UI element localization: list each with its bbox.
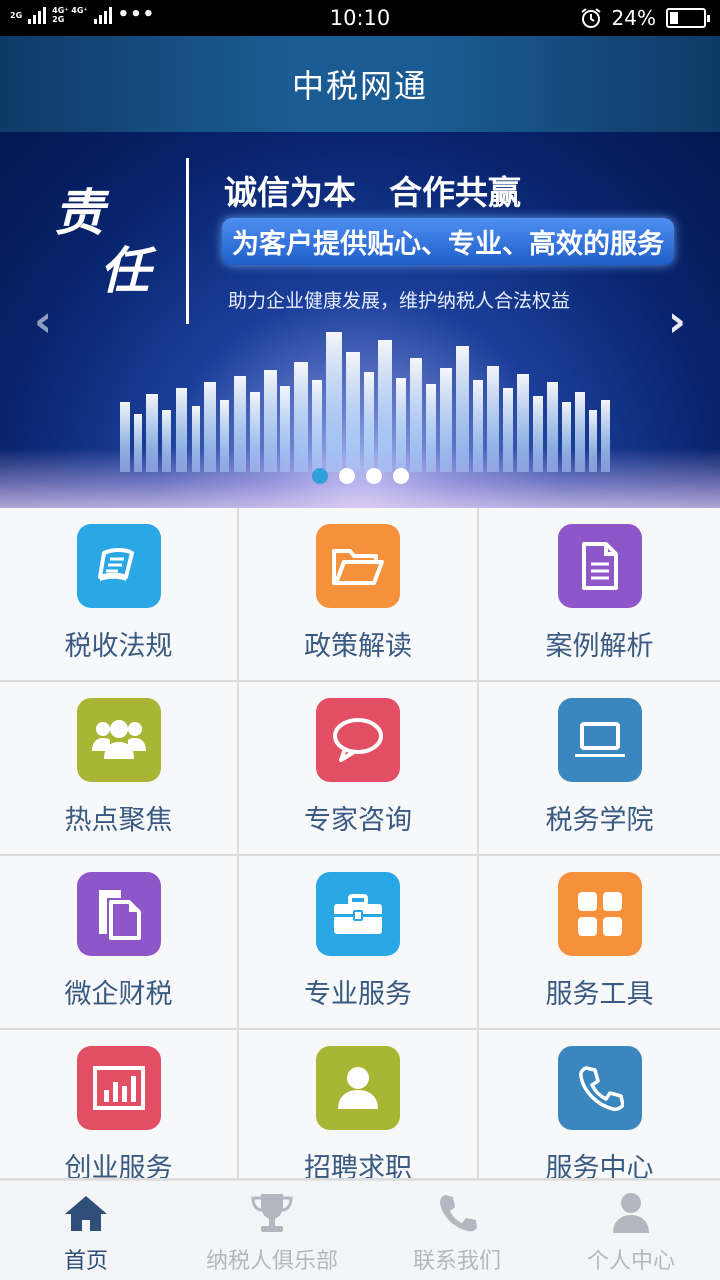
banner-next-button[interactable]: › [668, 300, 686, 344]
trophy-icon [248, 1191, 296, 1235]
menu-item-3[interactable]: 案例解析 [479, 508, 720, 682]
home-icon [62, 1191, 110, 1235]
tab-trophy[interactable]: 纳税人俱乐部 [172, 1181, 372, 1280]
menu-item-label: 专家咨询 [304, 805, 412, 836]
tab-label: 联系我们 [412, 1249, 501, 1274]
banner-headline: 诚信为本 合作共赢 [224, 173, 521, 212]
menu-item-1[interactable]: 税收法规 [0, 508, 239, 682]
battery-icon [666, 8, 710, 28]
menu-item-label: 创业服务 [64, 1153, 173, 1180]
banner-prev-button[interactable]: ‹ [34, 300, 52, 344]
menu-item-label: 服务工具 [545, 979, 654, 1010]
menu-item-9[interactable]: 服务工具 [479, 856, 720, 1030]
app-header: 中税网通 [0, 36, 720, 132]
tab-person[interactable]: 个人中心 [542, 1181, 720, 1280]
document-icon [557, 524, 642, 608]
calligraphy-char-1: 责 [54, 183, 104, 242]
menu-item-label: 专业服务 [304, 979, 412, 1010]
banner-pager[interactable] [0, 468, 720, 484]
menu-item-10[interactable]: 创业服务 [0, 1030, 239, 1180]
menu-item-7[interactable]: 微企财税 [0, 856, 239, 1030]
menu-item-label: 热点聚焦 [64, 805, 173, 836]
menu-item-label: 微企财税 [64, 979, 173, 1010]
pager-dot[interactable] [365, 468, 382, 484]
files-icon [76, 872, 161, 956]
banner-subtitle: 助力企业健康发展，维护纳税人合法权益 [228, 290, 571, 312]
menu-item-label: 招聘求职 [304, 1153, 412, 1180]
menu-item-4[interactable]: 热点聚焦 [0, 682, 239, 856]
menu-item-2[interactable]: 政策解读 [239, 508, 479, 682]
tab-label: 个人中心 [586, 1249, 675, 1274]
banner-slogan: 为客户提供贴心、专业、高效的服务 [222, 218, 674, 265]
menu-item-label: 税务学院 [545, 805, 654, 836]
status-right: 24% [580, 6, 710, 30]
bottom-tab-bar: 首页 纳税人俱乐部 联系我们 个人中心 [0, 1180, 720, 1280]
menu-item-5[interactable]: 专家咨询 [239, 682, 479, 856]
book-icon [76, 524, 161, 608]
laptop-icon [557, 698, 642, 782]
pager-dot[interactable] [338, 468, 355, 484]
menu-item-label: 政策解读 [304, 631, 412, 662]
tab-label: 纳税人俱乐部 [205, 1249, 338, 1274]
battery-level [670, 12, 678, 24]
bar-chart-icon [76, 1046, 161, 1130]
menu-item-6[interactable]: 税务学院 [479, 682, 720, 856]
menu-item-12[interactable]: 服务中心 [479, 1030, 720, 1180]
menu-item-8[interactable]: 专业服务 [239, 856, 479, 1030]
tab-home[interactable]: 首页 [0, 1181, 172, 1280]
pager-dot[interactable] [392, 468, 409, 484]
banner-calligraphy: 责 任 [54, 184, 150, 300]
person-icon [607, 1191, 655, 1235]
group-icon [76, 698, 161, 782]
calligraphy-char-2: 任 [100, 241, 150, 300]
folder-icon [316, 524, 400, 608]
menu-item-label: 案例解析 [545, 631, 654, 662]
phone-icon [433, 1191, 481, 1235]
chat-bubble-icon [316, 698, 400, 782]
menu-item-11[interactable]: 招聘求职 [239, 1030, 479, 1180]
tab-label: 首页 [63, 1249, 108, 1274]
banner-carousel[interactable]: 责 任 诚信为本 合作共赢 为客户提供贴心、专业、高效的服务 助力企业健康发展，… [0, 132, 720, 508]
function-grid: 税收法规 政策解读 案例解析热点聚焦 专家咨询 税务学院微企财税 专业服务 服务工具创业服务… [0, 508, 720, 1180]
status-bar: 2G 4G⁺ 4G⁺ 2G ••• 10:10 24% [0, 0, 720, 36]
user-icon [316, 1046, 400, 1130]
menu-item-label: 服务中心 [545, 1153, 654, 1180]
alarm-icon [580, 8, 601, 28]
briefcase-icon [316, 872, 400, 956]
menu-item-label: 税收法规 [64, 631, 173, 662]
grid-icon [557, 872, 642, 956]
phone-icon [557, 1046, 642, 1130]
banner-divider [186, 158, 189, 324]
battery-percent: 24% [611, 6, 656, 30]
pager-dot[interactable] [311, 468, 328, 484]
page-title: 中税网通 [291, 67, 428, 105]
tab-phone[interactable]: 联系我们 [372, 1181, 542, 1280]
